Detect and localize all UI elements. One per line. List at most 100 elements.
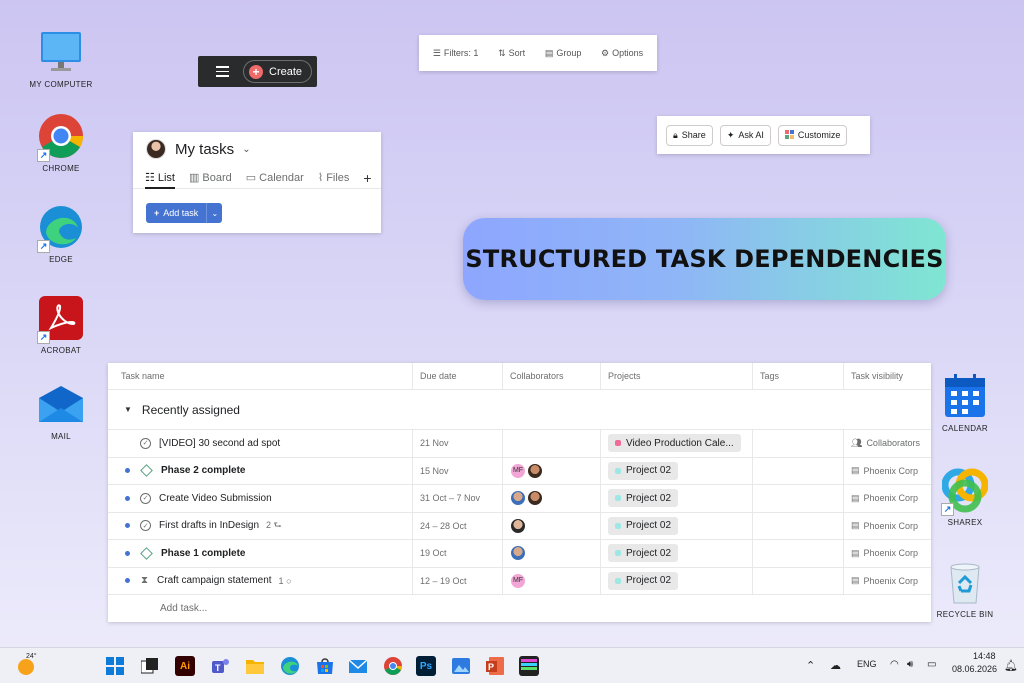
- windows-start-icon[interactable]: [105, 656, 125, 676]
- milestone-icon[interactable]: [140, 464, 153, 478]
- mail-icon[interactable]: [348, 656, 368, 676]
- weather-widget[interactable]: 24°: [16, 653, 38, 677]
- add-task-button[interactable]: + Add task: [146, 203, 207, 223]
- powerpoint-icon[interactable]: P: [485, 656, 505, 676]
- store-icon[interactable]: [315, 656, 335, 676]
- chrome-icon[interactable]: [383, 656, 403, 676]
- project-tag[interactable]: Project 02: [608, 544, 679, 563]
- collaborators-cell[interactable]: MF: [503, 567, 601, 594]
- task-name[interactable]: Create Video Submission: [159, 493, 272, 504]
- desktop-icon-mail[interactable]: MAIL: [26, 380, 96, 441]
- collaborators-cell[interactable]: [503, 540, 601, 567]
- project-tag[interactable]: Video Production Cale...: [608, 434, 741, 453]
- task-name[interactable]: First drafts in InDesign: [159, 520, 259, 531]
- clock-time[interactable]: 14:48: [973, 651, 996, 661]
- menu-icon[interactable]: [216, 66, 229, 77]
- ask-ai-button[interactable]: ✦ Ask AI: [719, 124, 771, 146]
- column-header[interactable]: Task visibility: [844, 363, 931, 389]
- photoshop-icon[interactable]: Ps: [416, 656, 436, 676]
- language-indicator[interactable]: ENG: [857, 659, 877, 669]
- chevron-down-icon[interactable]: ⌄: [242, 144, 250, 155]
- add-task-dropdown[interactable]: ⌄: [206, 203, 223, 223]
- tab-list[interactable]: ☷ List: [145, 167, 175, 189]
- filters-button[interactable]: ☰ Filters: 1: [433, 48, 479, 59]
- collaborators-cell[interactable]: [503, 485, 601, 512]
- teams-icon[interactable]: T: [210, 656, 230, 676]
- due-date[interactable]: 12 – 19 Oct: [420, 576, 467, 586]
- project-tag[interactable]: Project 02: [608, 489, 679, 508]
- table-row[interactable]: ⧗ Craft campaign statement 1 ○ 12 – 19 Oct…: [108, 567, 931, 595]
- table-row[interactable]: ✓ First drafts in InDesign 2 ⮑ 24 – 28 Oct…: [108, 512, 931, 540]
- desktop-icon-edge[interactable]: ↗ EDGE: [26, 203, 96, 264]
- table-row[interactable]: ✓ Create Video Submission 31 Oct – 7 Nov …: [108, 485, 931, 513]
- tags-cell[interactable]: [753, 457, 844, 484]
- table-row[interactable]: ✓ [VIDEO] 30 second ad spot 21 Nov Video …: [108, 430, 931, 458]
- desktop-icon-acrobat[interactable]: ↗ ACROBAT: [26, 294, 96, 355]
- column-header[interactable]: Projects: [601, 363, 753, 389]
- volume-icon[interactable]: 🔊︎: [907, 659, 913, 670]
- tags-cell[interactable]: [753, 485, 844, 512]
- check-circle-icon[interactable]: ✓: [140, 437, 151, 449]
- section-header[interactable]: ▼ Recently assigned: [108, 390, 931, 430]
- desktop-icon-recycle-bin[interactable]: RECYCLE BIN: [930, 558, 1000, 619]
- tab-board[interactable]: ▥ Board: [189, 167, 232, 188]
- battery-icon[interactable]: ▭: [927, 659, 936, 670]
- table-row[interactable]: Phase 1 complete 19 Oct Project 02 ▤ Phoe…: [108, 540, 931, 568]
- task-name[interactable]: Craft campaign statement: [157, 575, 272, 586]
- photos-icon[interactable]: [451, 656, 471, 676]
- collaborators-cell[interactable]: [503, 430, 601, 457]
- column-header[interactable]: Task name: [108, 363, 413, 389]
- desktop-icon-chrome[interactable]: ↗ CHROME: [26, 112, 96, 173]
- desktop-icon-calendar[interactable]: CALENDAR: [930, 372, 1000, 433]
- group-button[interactable]: ▤ Group: [545, 48, 582, 59]
- collaborators-cell[interactable]: MF: [503, 457, 601, 484]
- avatar[interactable]: [146, 139, 166, 159]
- share-button[interactable]: 🔒︎ Share: [666, 124, 713, 146]
- edge-icon[interactable]: [280, 656, 300, 676]
- file-explorer-icon[interactable]: [245, 656, 265, 676]
- chevron-up-icon[interactable]: ⌃: [806, 659, 815, 672]
- check-circle-icon[interactable]: ✓: [140, 492, 151, 504]
- tab-calendar[interactable]: ▭ Calendar: [246, 167, 304, 188]
- comment-count[interactable]: 1 ○: [279, 576, 292, 586]
- tags-cell[interactable]: [753, 540, 844, 567]
- task-name[interactable]: Phase 1 complete: [161, 548, 245, 559]
- project-tag[interactable]: Project 02: [608, 516, 679, 535]
- column-header[interactable]: Tags: [753, 363, 844, 389]
- hourglass-icon[interactable]: ⧗: [141, 575, 148, 586]
- desktop-icon-sharex[interactable]: ↗ SHAREX: [930, 466, 1000, 527]
- check-circle-icon[interactable]: ✓: [140, 520, 151, 532]
- desktop-icon-my-computer[interactable]: MY COMPUTER: [26, 28, 96, 89]
- due-date[interactable]: 31 Oct – 7 Nov: [420, 493, 480, 503]
- wifi-icon[interactable]: ◠: [890, 659, 899, 670]
- media-icon[interactable]: [519, 656, 539, 676]
- project-tag[interactable]: Project 02: [608, 461, 679, 480]
- due-date[interactable]: 24 – 28 Oct: [420, 521, 467, 531]
- tags-cell[interactable]: [753, 512, 844, 539]
- subtask-count[interactable]: 2 ⮑: [266, 518, 282, 534]
- due-date[interactable]: 15 Nov: [420, 466, 449, 476]
- tab-files[interactable]: ⌇ Files: [318, 167, 350, 188]
- options-button[interactable]: ⚙ Options: [601, 48, 643, 59]
- tags-cell[interactable]: [753, 567, 844, 594]
- cloud-sync-icon[interactable]: ☁: [830, 659, 841, 672]
- clock-date[interactable]: 08.06.2026: [952, 664, 997, 674]
- milestone-icon[interactable]: [140, 546, 153, 560]
- column-header[interactable]: Collaborators: [503, 363, 601, 389]
- add-task-row[interactable]: Add task...: [108, 595, 931, 621]
- task-name[interactable]: [VIDEO] 30 second ad spot: [159, 438, 280, 449]
- project-tag[interactable]: Project 02: [608, 571, 679, 590]
- illustrator-icon[interactable]: Ai: [175, 656, 195, 676]
- tags-cell[interactable]: [753, 430, 844, 457]
- task-view-icon[interactable]: [140, 656, 160, 676]
- due-date[interactable]: 21 Nov: [420, 438, 449, 448]
- create-button[interactable]: + Create: [243, 60, 313, 83]
- notification-bell-icon[interactable]: 🔔︎: [1004, 659, 1018, 672]
- table-row[interactable]: Phase 2 complete 15 Nov MF Project 02 ▤ P…: [108, 457, 931, 485]
- sort-button[interactable]: ⇅ Sort: [498, 48, 525, 59]
- column-header[interactable]: Due date: [413, 363, 503, 389]
- customize-button[interactable]: Customize: [777, 124, 848, 146]
- due-date[interactable]: 19 Oct: [420, 548, 447, 558]
- add-tab-icon[interactable]: +: [363, 167, 371, 188]
- task-name[interactable]: Phase 2 complete: [161, 465, 245, 476]
